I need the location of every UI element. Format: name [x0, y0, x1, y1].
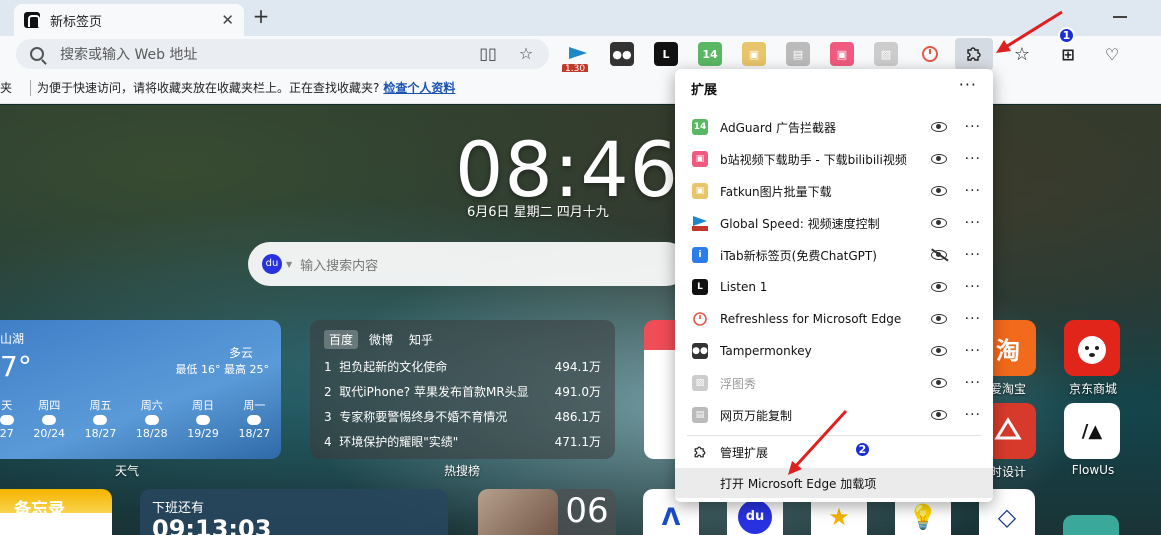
step-number-2: 2: [854, 441, 871, 458]
arrow-to-addons: [792, 409, 848, 470]
step-number-1: 1: [1058, 27, 1075, 44]
annotation-arrows: [788, 10, 1063, 475]
arrow-to-extensions: [1003, 10, 1063, 50]
